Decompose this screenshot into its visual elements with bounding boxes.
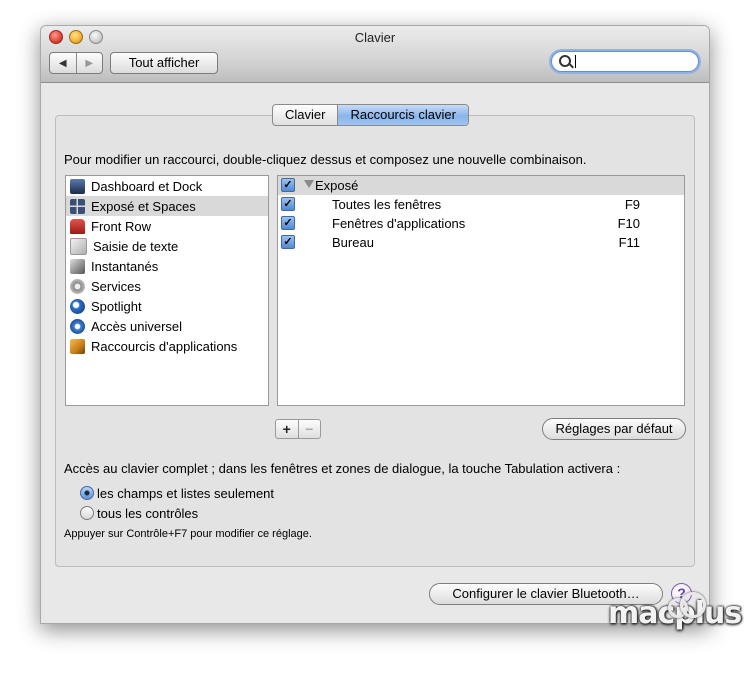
tab-keyboard[interactable]: Clavier — [273, 105, 339, 125]
shortcut-list[interactable]: ✓ Exposé ✓ Toutes les fenêtres F9 ✓ Fenê… — [277, 175, 685, 406]
instruction-text: Pour modifier un raccourci, double-cliqu… — [64, 152, 587, 167]
shortcut-row-desktop[interactable]: ✓ Bureau F11 — [278, 233, 684, 252]
full-keyboard-access-text: Accès au clavier complet ; dans les fenê… — [64, 461, 621, 476]
back-button[interactable]: ◀ — [50, 53, 77, 73]
screenshot-icon — [70, 258, 85, 274]
category-item-spotlight[interactable]: Spotlight — [66, 296, 268, 316]
category-item-app-shortcuts[interactable]: Raccourcis d'applications — [66, 336, 268, 356]
universal-access-icon — [70, 318, 85, 334]
title-bar: Clavier ◀ ▶ Tout afficher — [41, 26, 709, 83]
forward-arrow-icon: ▶ — [85, 57, 94, 69]
shortcut-hint-text: Appuyer sur Contrôle+F7 pour modifier ce… — [64, 528, 312, 540]
category-item-front-row[interactable]: Front Row — [66, 216, 268, 236]
front-row-icon — [70, 218, 85, 234]
category-item-universal-access[interactable]: Accès universel — [66, 316, 268, 336]
navigation-buttons: ◀ ▶ — [49, 52, 103, 74]
forward-button[interactable]: ▶ — [77, 53, 103, 73]
shortcut-key[interactable]: F10 — [618, 216, 640, 231]
radio-text-boxes-only[interactable] — [80, 486, 94, 500]
category-list[interactable]: Dashboard et Dock Exposé et Spaces Front… — [65, 175, 269, 406]
radio-label-all-controls[interactable]: tous les contrôles — [97, 506, 198, 521]
shortcut-key[interactable]: F11 — [619, 235, 640, 250]
radio-all-controls[interactable] — [80, 506, 94, 520]
shortcut-key[interactable]: F9 — [625, 197, 640, 212]
text-input-icon — [70, 237, 87, 255]
add-shortcut-button[interactable]: + — [276, 420, 299, 438]
search-field[interactable] — [551, 51, 699, 72]
radio-label-text-boxes-only[interactable]: les champs et listes seulement — [97, 486, 274, 501]
tab-keyboard-shortcuts[interactable]: Raccourcis clavier — [338, 105, 468, 125]
remove-shortcut-button[interactable]: − — [299, 420, 321, 438]
window-title: Clavier — [354, 30, 396, 45]
checkbox-application-windows[interactable]: ✓ — [281, 216, 295, 230]
app-shortcuts-icon — [70, 338, 85, 354]
checkbox-expose-group[interactable]: ✓ — [281, 178, 295, 192]
macplus-watermark-logo: macplus — [608, 592, 742, 631]
tab-bar: Clavier Raccourcis clavier — [272, 104, 469, 126]
show-all-button[interactable]: Tout afficher — [110, 52, 218, 74]
add-remove-buttons: + − — [275, 419, 321, 439]
text-cursor — [575, 55, 576, 68]
search-icon — [559, 55, 571, 67]
spotlight-icon — [70, 298, 85, 314]
expose-spaces-icon — [70, 198, 85, 214]
category-item-expose-spaces[interactable]: Exposé et Spaces — [66, 196, 268, 216]
keyboard-preferences-window: Clavier ◀ ▶ Tout afficher Clavier Raccou… — [40, 25, 710, 624]
services-gear-icon — [70, 278, 85, 294]
back-arrow-icon: ◀ — [58, 57, 67, 69]
restore-defaults-button[interactable]: Réglages par défaut — [542, 418, 686, 440]
category-item-dashboard-dock[interactable]: Dashboard et Dock — [66, 176, 268, 196]
category-item-services[interactable]: Services — [66, 276, 268, 296]
checkbox-desktop[interactable]: ✓ — [281, 235, 295, 249]
shortcut-group-expose[interactable]: ✓ Exposé — [278, 176, 684, 195]
disclosure-triangle-icon[interactable] — [304, 180, 314, 188]
dashboard-dock-icon — [70, 178, 85, 194]
shortcut-row-all-windows[interactable]: ✓ Toutes les fenêtres F9 — [278, 195, 684, 214]
shortcut-row-application-windows[interactable]: ✓ Fenêtres d'applications F10 — [278, 214, 684, 233]
checkbox-all-windows[interactable]: ✓ — [281, 197, 295, 211]
category-item-text-input[interactable]: Saisie de texte — [66, 236, 268, 256]
category-item-screenshots[interactable]: Instantanés — [66, 256, 268, 276]
logo-rings-icon — [668, 592, 710, 622]
